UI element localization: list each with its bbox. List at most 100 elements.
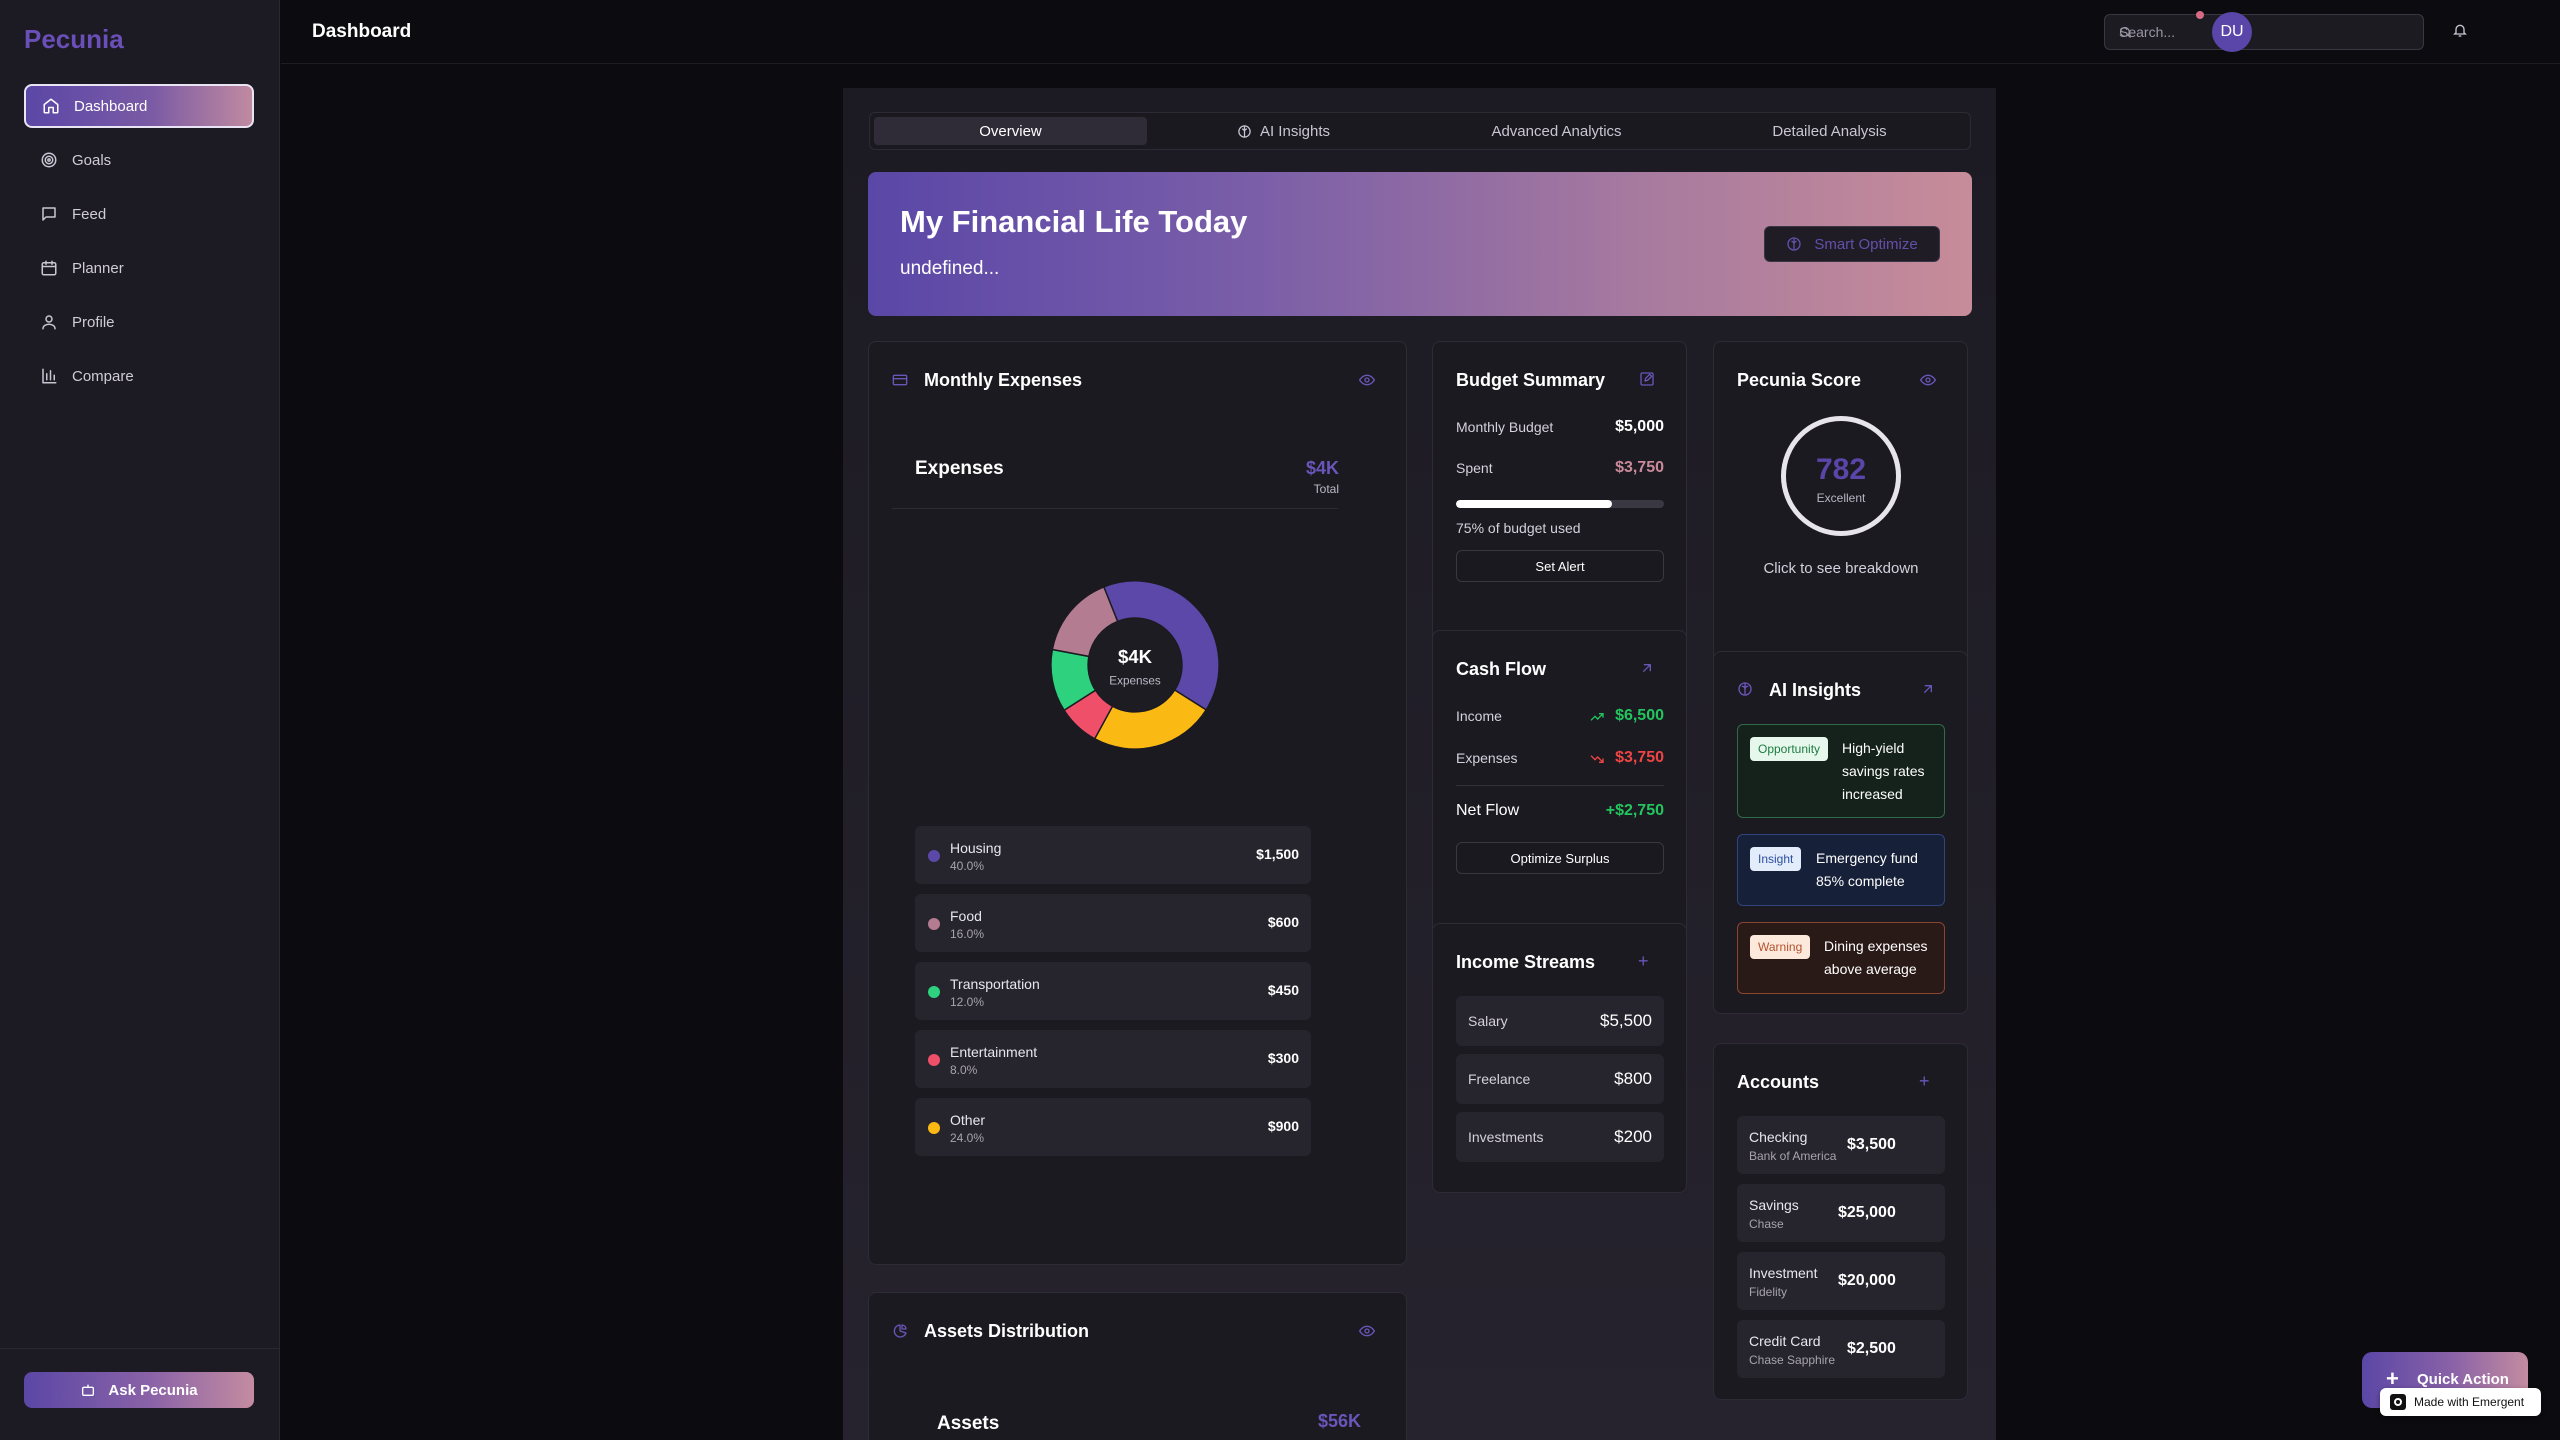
tab-label: Overview bbox=[979, 122, 1042, 140]
brain-icon bbox=[1737, 681, 1753, 697]
sidebar-item-dashboard[interactable]: Dashboard bbox=[24, 84, 254, 128]
arrow-up-right-icon[interactable] bbox=[1920, 681, 1936, 697]
insight-info[interactable]: Insight Emergency fund 85% complete bbox=[1737, 834, 1945, 906]
legend-name: Housing bbox=[950, 840, 1002, 856]
stream-value: $5,500 bbox=[1600, 1011, 1652, 1030]
trend-up-icon bbox=[1589, 709, 1605, 725]
eye-icon[interactable] bbox=[1359, 1323, 1375, 1339]
legend-item-other[interactable]: Other 24.0% $900 bbox=[915, 1098, 1311, 1156]
smart-optimize-button[interactable]: Smart Optimize bbox=[1764, 226, 1940, 262]
legend-amount: $300 bbox=[1267, 1050, 1299, 1066]
made-with-emergent-badge[interactable]: Made with Emergent bbox=[2380, 1388, 2541, 1416]
account-balance: $25,000 bbox=[1838, 1204, 1896, 1221]
search-box[interactable] bbox=[2104, 14, 2424, 50]
brand-logo[interactable]: Pecunia bbox=[24, 24, 124, 55]
made-with-label: Made with Emergent bbox=[2414, 1395, 2525, 1409]
tab-detailed-analysis[interactable]: Detailed Analysis bbox=[1693, 117, 1966, 145]
account-item[interactable]: Investment Fidelity $20,000 bbox=[1737, 1252, 1945, 1310]
tab-ai-insights[interactable]: AI Insights bbox=[1147, 117, 1420, 145]
search-input[interactable] bbox=[2119, 15, 2409, 49]
legend-item-housing[interactable]: Housing 40.0% $1,500 bbox=[915, 826, 1311, 884]
assets-total: $56K bbox=[1317, 1411, 1361, 1431]
tab-advanced-analytics[interactable]: Advanced Analytics bbox=[1420, 117, 1693, 145]
legend-name: Other bbox=[950, 1112, 986, 1128]
insight-badge: Warning bbox=[1750, 935, 1811, 959]
hero-title: My Financial Life Today bbox=[900, 204, 1248, 239]
monthly-expenses-title: Monthly Expenses bbox=[924, 370, 1083, 390]
sidebar-nav: Dashboard Goals Feed Planner Profile Com… bbox=[24, 84, 254, 408]
sidebar-item-feed[interactable]: Feed bbox=[24, 192, 254, 236]
insight-warning[interactable]: Warning Dining expenses above average bbox=[1737, 922, 1945, 994]
tab-label: AI Insights bbox=[1259, 122, 1331, 140]
legend-percent: 16.0% bbox=[950, 927, 985, 941]
donut-center-label: Expenses bbox=[1109, 675, 1161, 688]
income-stream-item[interactable]: Salary $5,500 bbox=[1456, 996, 1664, 1046]
message-icon bbox=[40, 205, 58, 223]
score-value: 782 bbox=[1815, 453, 1867, 486]
ai-insights-title: AI Insights bbox=[1769, 680, 1862, 700]
arrow-up-right-icon[interactable] bbox=[1639, 660, 1655, 676]
stream-name: Freelance bbox=[1468, 1071, 1531, 1087]
legend-item-food[interactable]: Food 16.0% $600 bbox=[915, 894, 1311, 952]
budget-progress-bar bbox=[1456, 500, 1664, 508]
insight-opportunity[interactable]: Opportunity High-yield savings rates inc… bbox=[1737, 724, 1945, 818]
account-item[interactable]: Credit Card Chase Sapphire $2,500 bbox=[1737, 1320, 1945, 1378]
bot-icon bbox=[80, 1382, 96, 1398]
legend-item-transportation[interactable]: Transportation 12.0% $450 bbox=[915, 962, 1311, 1020]
score-rating: Excellent bbox=[1816, 491, 1866, 505]
sidebar-item-compare[interactable]: Compare bbox=[24, 354, 254, 398]
sidebar-item-label: Goals bbox=[72, 151, 112, 169]
account-item[interactable]: Savings Chase $25,000 bbox=[1737, 1184, 1945, 1242]
eye-icon[interactable] bbox=[1359, 372, 1375, 388]
expenses-total-label: Total bbox=[1313, 482, 1339, 496]
notifications-button[interactable] bbox=[2452, 22, 2470, 40]
eye-icon[interactable] bbox=[1920, 372, 1936, 388]
dashboard-content: Overview AI Insights Advanced Analytics … bbox=[843, 88, 1996, 1440]
legend-name: Entertainment bbox=[950, 1044, 1038, 1060]
spent-label: Spent bbox=[1456, 460, 1493, 476]
insight-text: Emergency fund 85% complete bbox=[1816, 850, 1918, 889]
ask-pecunia-button[interactable]: Ask Pecunia bbox=[24, 1372, 254, 1408]
ai-insights-card: AI Insights Opportunity High-yield savin… bbox=[1713, 651, 1968, 1014]
quick-action-label: Quick Action bbox=[2417, 1371, 2509, 1388]
account-balance: $20,000 bbox=[1838, 1272, 1896, 1289]
monthly-budget-label: Monthly Budget bbox=[1456, 419, 1554, 435]
pie-chart-icon bbox=[892, 1323, 908, 1339]
account-institution: Fidelity bbox=[1749, 1285, 1788, 1299]
expenses-label: Expenses bbox=[1456, 750, 1518, 766]
legend-swatch bbox=[928, 986, 940, 998]
edit-icon[interactable] bbox=[1639, 371, 1655, 387]
account-item[interactable]: Checking Bank of America $3,500 bbox=[1737, 1116, 1945, 1174]
stream-value: $200 bbox=[1614, 1127, 1652, 1146]
optimize-surplus-button[interactable]: Optimize Surplus bbox=[1456, 842, 1664, 874]
tab-overview[interactable]: Overview bbox=[874, 117, 1147, 145]
plus-icon[interactable]: + bbox=[1638, 952, 1649, 970]
notification-badge bbox=[2196, 11, 2204, 19]
smart-optimize-label: Smart Optimize bbox=[1814, 235, 1918, 253]
ask-pecunia-label: Ask Pecunia bbox=[108, 1381, 198, 1399]
legend-swatch bbox=[928, 1122, 940, 1134]
income-value: $6,500 bbox=[1615, 707, 1664, 724]
donut-center-value: $4K bbox=[1118, 646, 1153, 667]
plus-icon[interactable]: + bbox=[1919, 1072, 1930, 1090]
avatar[interactable]: DU bbox=[2212, 12, 2252, 52]
sidebar-item-profile[interactable]: Profile bbox=[24, 300, 254, 344]
legend-swatch bbox=[928, 918, 940, 930]
income-label: Income bbox=[1456, 708, 1502, 724]
sidebar-item-label: Dashboard bbox=[74, 97, 148, 115]
legend-item-entertainment[interactable]: Entertainment 8.0% $300 bbox=[915, 1030, 1311, 1088]
income-stream-item[interactable]: Investments $200 bbox=[1456, 1112, 1664, 1162]
sidebar-item-planner[interactable]: Planner bbox=[24, 246, 254, 290]
set-alert-button[interactable]: Set Alert bbox=[1456, 550, 1664, 582]
account-name: Savings bbox=[1749, 1197, 1799, 1213]
income-stream-item[interactable]: Freelance $800 bbox=[1456, 1054, 1664, 1104]
cash-flow-title: Cash Flow bbox=[1456, 659, 1547, 679]
sidebar-item-goals[interactable]: Goals bbox=[24, 138, 254, 182]
bar-chart-icon bbox=[40, 367, 58, 385]
monthly-budget-value: $5,000 bbox=[1615, 418, 1664, 435]
stream-name: Investments bbox=[1468, 1129, 1544, 1145]
brain-icon bbox=[1237, 124, 1252, 139]
account-name: Checking bbox=[1749, 1129, 1808, 1145]
legend-amount: $600 bbox=[1267, 914, 1299, 930]
credit-card-icon bbox=[892, 372, 908, 388]
